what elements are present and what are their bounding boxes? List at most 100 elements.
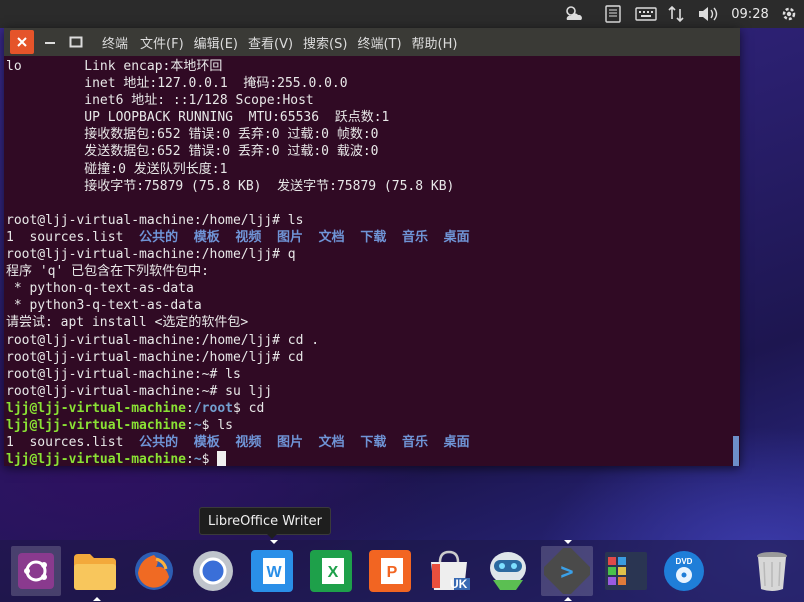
chromium-icon [193,551,233,591]
terminal-text: 请尝试: apt install <选定的软件包> [6,315,249,331]
robot-button[interactable] [483,546,533,596]
terminal-text: ljj@ljj-virtual-machine [6,400,187,416]
tooltip-arrow [266,533,278,539]
terminal-line: 请尝试: apt install <选定的软件包> [6,314,726,331]
scrollbar[interactable] [733,436,739,466]
software-center-button[interactable]: UK [424,546,474,596]
close-button[interactable] [10,30,34,54]
trash-button[interactable] [747,546,797,596]
maximize-button[interactable] [64,30,88,54]
terminal-text: 程序 'q' 已包含在下列软件包中: [6,264,209,280]
weather-icon[interactable] [562,4,586,24]
terminal-line: UP LOOPBACK RUNNING MTU:65536 跃点数:1 [6,109,726,126]
dvd-button[interactable]: DVD [659,546,709,596]
terminal-text: : [186,400,194,416]
terminal-text: root@ljj-virtual-machine:/home/ljj# q [6,247,296,263]
terminal-text: /root [193,400,233,416]
terminal-text: root@ljj-virtual-machine:/home/ljj# ls [6,212,304,228]
terminal-text: root@ljj-virtual-machine:~# ls [6,366,241,382]
terminal-text: $ [201,452,218,466]
writer-letter: W [266,564,282,581]
terminal-line: root@ljj-virtual-machine:/home/ljj# cd . [6,332,726,349]
menu-view[interactable]: 查看(V) [248,33,293,52]
menu-edit[interactable]: 编辑(E) [194,33,238,52]
terminal-text: lo Link encap:本地环回 [6,59,223,74]
terminal-text: 公共的 模板 视频 图片 文档 下载 音乐 桌面 [139,229,470,245]
terminal-line: inet 地址:127.0.0.1 掩码:255.0.0.0 [6,75,726,92]
calc-button[interactable]: X [306,546,356,596]
terminal-text: $ ls [201,417,233,433]
chromium-button[interactable] [188,546,238,596]
tooltip-label: LibreOffice Writer [208,513,322,529]
menubar: 终端 文件(F) 编辑(E) 查看(V) 搜索(S) 终端(T) 帮助(H) [102,28,467,56]
terminal-line: * python3-q-text-as-data [6,297,726,314]
terminal-button[interactable]: > [541,540,593,601]
terminal-text: $ cd [232,400,265,416]
terminal-text: ljj@ljj-virtual-machine [6,417,187,433]
terminal-line: root@ljj-virtual-machine:/home/ljj# ls [6,212,726,229]
terminal-line: 1 sources.list 公共的 模板 视频 图片 文档 下载 音乐 桌面 [6,229,726,246]
top-panel: 09:28 [0,0,804,28]
close-icon [17,37,27,47]
menu-help[interactable]: 帮助(H) [412,33,458,52]
workspace-switcher-icon [605,552,647,590]
terminal-text: ~ [193,417,202,433]
terminal-line: 程序 'q' 已包含在下列软件包中: [6,263,726,280]
terminal-text: 公共的 模板 视频 图片 文档 下载 音乐 桌面 [139,435,470,451]
files-icon [74,554,116,590]
terminal-line: ljj@ljj-virtual-machine:~$ ls [6,417,726,434]
terminal-text: ~ [193,452,202,466]
terminal-line: 接收数据包:652 错误:0 丢弃:0 过载:0 帧数:0 [6,126,726,143]
terminal-text: UP LOOPBACK RUNNING MTU:65536 跃点数:1 [6,110,390,126]
terminal-line: lo Link encap:本地环回 [6,58,726,75]
firefox-button[interactable] [129,546,179,596]
terminal-line: * python-q-text-as-data [6,280,726,297]
terminal-window[interactable]: 终端 文件(F) 编辑(E) 查看(V) 搜索(S) 终端(T) 帮助(H) l… [4,28,740,466]
keyboard-layout-icon[interactable] [634,4,658,24]
terminal-text: 发送数据包:652 错误:0 丢弃:0 过载:0 载波:0 [6,144,379,160]
terminal-line: root@ljj-virtual-machine:~# ls [6,366,726,383]
terminal-cursor [217,451,227,466]
terminal-text: 1 sources.list [6,435,140,451]
terminal-text: inet 地址:127.0.0.1 掩码:255.0.0.0 [6,76,348,92]
robot-icon [490,552,526,590]
menu-terminal[interactable]: 终端(T) [357,33,401,52]
volume-icon[interactable] [696,4,720,24]
terminal-line: root@ljj-virtual-machine:~# su ljj [6,383,726,400]
terminal-text: 接收数据包:652 错误:0 丢弃:0 过载:0 帧数:0 [6,127,379,143]
files-button[interactable] [70,546,120,601]
software-center-icon: UK [431,550,470,591]
terminal-line: 碰撞:0 发送队列长度:1 [6,161,726,178]
calc-letter: X [328,564,339,581]
clock[interactable]: 09:28 [728,4,772,24]
terminal-glyph: > [560,560,573,585]
minimize-button[interactable] [38,30,62,54]
workspace-switcher-button[interactable] [601,546,651,596]
writer-icon: W [251,550,293,592]
menu-file[interactable]: 文件(F) [140,33,184,52]
terminal-text: inet6 地址: ::1/128 Scope:Host [6,93,314,109]
software-center-label: UK [450,577,468,591]
gear-icon[interactable] [778,4,800,24]
terminal-text: * python-q-text-as-data [6,281,194,297]
ubuntu-dash-icon [18,553,54,589]
terminal-line: 接收字节:75879 (75.8 KB) 发送字节:75879 (75.8 KB… [6,178,726,195]
trash-icon [757,552,787,591]
keyboard-icon[interactable] [602,4,624,24]
terminal-text: root@ljj-virtual-machine:/home/ljj# cd [6,349,304,365]
terminal-text: 接收字节:75879 (75.8 KB) 发送字节:75879 (75.8 KB… [6,178,455,194]
terminal-text: root@ljj-virtual-machine:/home/ljj# cd . [6,332,320,348]
terminal-output[interactable]: lo Link encap:本地环回 inet 地址:127.0.0.1 掩码:… [4,56,726,466]
app-title: 终端 [102,36,129,52]
writer-button[interactable]: W [247,540,297,596]
maximize-icon [69,36,83,48]
hover-indicator [270,540,278,544]
network-icon[interactable] [666,4,686,24]
dock-tooltip: LibreOffice Writer [199,507,331,535]
impress-button[interactable]: P [365,546,415,596]
ubuntu-dash-button[interactable] [11,546,61,596]
terminal-titlebar[interactable]: 终端 文件(F) 编辑(E) 查看(V) 搜索(S) 终端(T) 帮助(H) [4,28,740,56]
running-indicator [564,597,572,601]
menu-search[interactable]: 搜索(S) [303,33,347,52]
